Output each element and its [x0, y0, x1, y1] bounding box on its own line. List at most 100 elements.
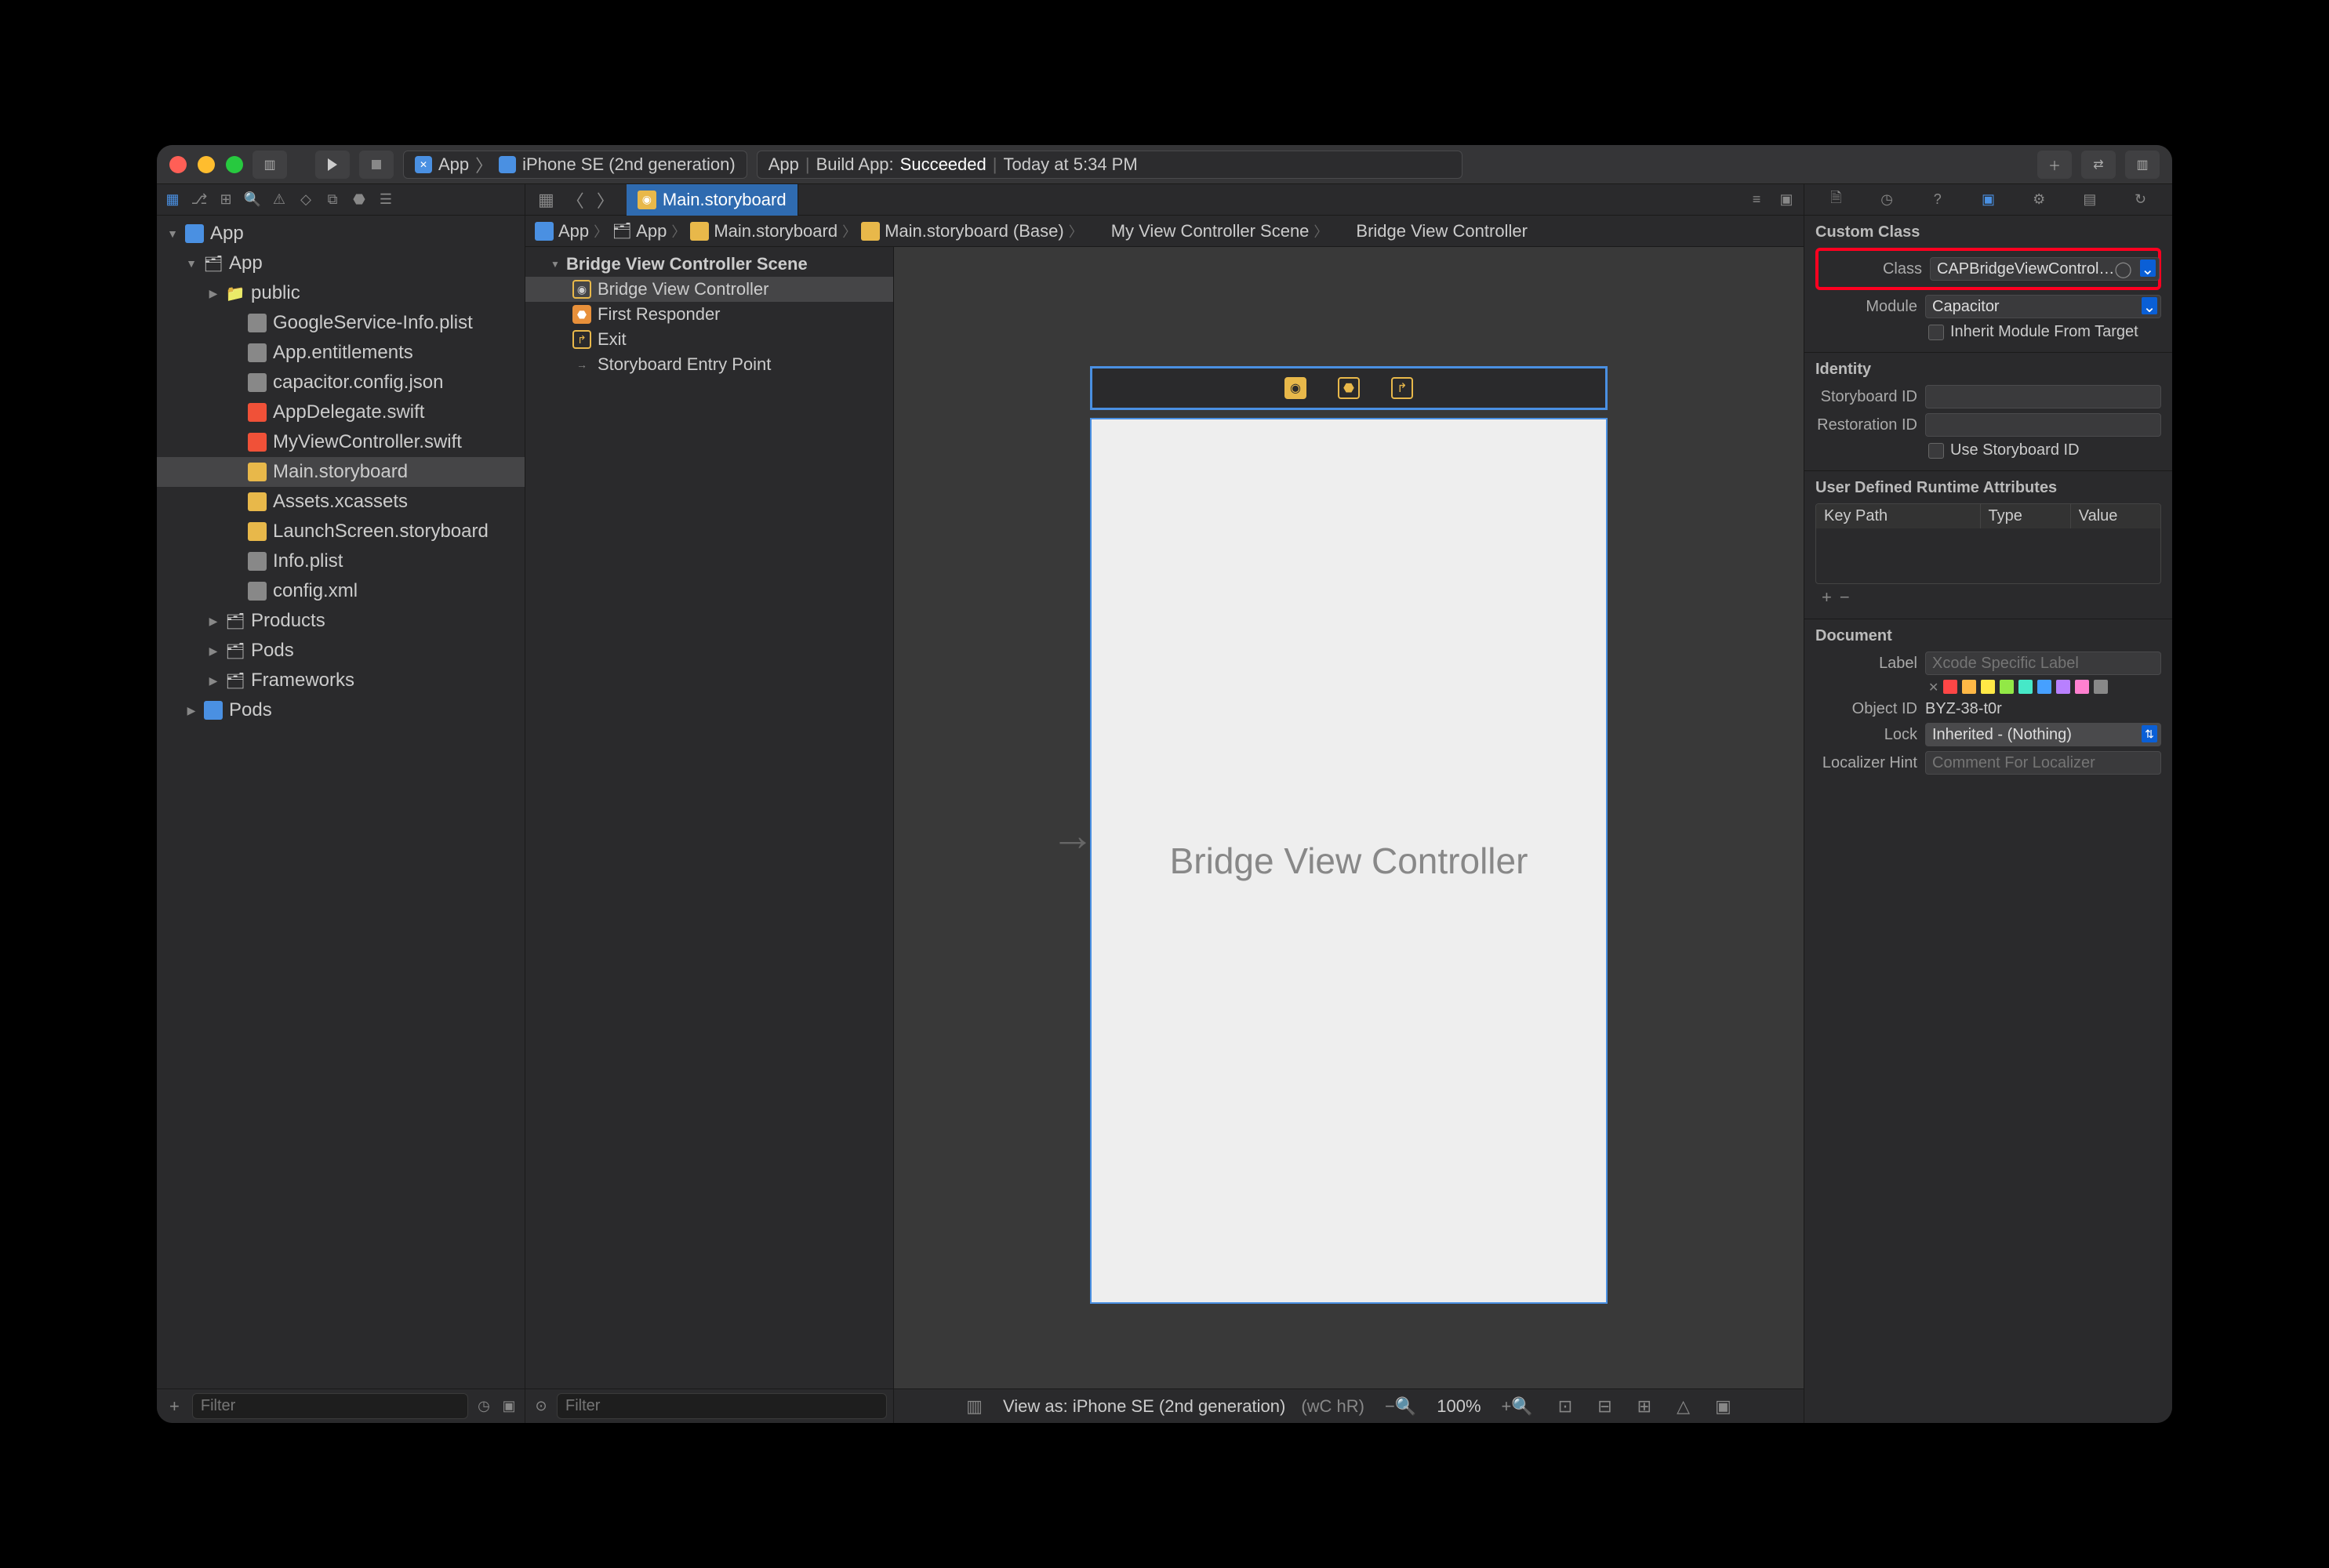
view-controller-frame[interactable]: ◉ ⬣ ↱ Bridge View Controller	[1090, 366, 1608, 1304]
breadcrumb-item[interactable]: App	[558, 221, 589, 241]
code-review-button[interactable]: ⇄	[2081, 151, 2116, 179]
nav-item-app[interactable]: ▼ App	[157, 249, 525, 278]
disclosure-icon[interactable]: ▶	[185, 704, 198, 717]
nav-item-appdelegate-swift[interactable]: AppDelegate.swift	[157, 397, 525, 427]
nav-forward-button[interactable]: 〉	[592, 184, 619, 216]
disclosure-icon[interactable]: ▶	[207, 615, 220, 628]
run-button[interactable]	[315, 151, 350, 179]
help-inspector-icon[interactable]: ?	[1928, 191, 1947, 209]
recent-icon[interactable]: ◷	[474, 1397, 493, 1416]
nav-item-public[interactable]: ▶ public	[157, 278, 525, 308]
active-tab[interactable]: ◉ Main.storyboard	[627, 184, 798, 216]
editor-outline-icon[interactable]: ≡	[1747, 191, 1766, 209]
scheme-selector[interactable]: ✕ App 〉 iPhone SE (2nd generation)	[403, 151, 747, 179]
project-navigator-icon[interactable]: ▦	[163, 191, 182, 209]
connections-inspector-icon[interactable]: ↻	[2131, 191, 2150, 209]
maximize-button[interactable]	[226, 156, 243, 173]
localizer-hint-input[interactable]	[1925, 751, 2161, 775]
label-input[interactable]	[1925, 652, 2161, 675]
nav-item-assets-xcassets[interactable]: Assets.xcassets	[157, 487, 525, 517]
color-swatch[interactable]	[2037, 680, 2051, 694]
breadcrumb-item[interactable]: Main.storyboard (Base)	[885, 221, 1064, 241]
lock-combo[interactable]: Inherited - (Nothing)	[1925, 723, 2161, 746]
use-storyboard-id-checkbox[interactable]	[1928, 443, 1944, 459]
view-controller-icon[interactable]: ◉	[1284, 377, 1306, 399]
breadcrumb-item[interactable]: My View Controller Scene	[1111, 221, 1310, 241]
related-items-button[interactable]: ▦	[533, 187, 559, 213]
disclosure-icon[interactable]: ▼	[185, 257, 198, 270]
clear-swatch[interactable]: ✕	[1928, 680, 1938, 695]
issue-navigator-icon[interactable]: ⚠	[270, 191, 289, 209]
size-inspector-icon[interactable]: ▤	[2080, 191, 2099, 209]
class-combo[interactable]: CAPBridgeViewControl… ◯	[1930, 257, 2160, 281]
nav-item-app[interactable]: ▼ App	[157, 219, 525, 249]
breadcrumb-item[interactable]: Main.storyboard	[714, 221, 837, 241]
stop-button[interactable]	[359, 151, 394, 179]
toggle-navigator-button[interactable]: ▥	[253, 151, 287, 179]
color-swatch[interactable]	[2094, 680, 2108, 694]
file-inspector-icon[interactable]: 🗎	[1826, 191, 1845, 209]
outline-item-bridge-view-controller[interactable]: ◉ Bridge View Controller	[525, 277, 893, 302]
inherit-module-checkbox[interactable]	[1928, 325, 1944, 340]
disclosure-icon[interactable]: ▼	[166, 227, 179, 240]
color-swatch[interactable]	[1962, 680, 1976, 694]
nav-item-info-plist[interactable]: Info.plist	[157, 546, 525, 576]
color-swatch[interactable]	[1943, 680, 1957, 694]
nav-item-frameworks[interactable]: ▶ Frameworks	[157, 666, 525, 695]
source-control-icon[interactable]: ⎇	[190, 191, 209, 209]
nav-item-launchscreen-storyboard[interactable]: LaunchScreen.storyboard	[157, 517, 525, 546]
find-navigator-icon[interactable]: 🔍	[243, 191, 262, 209]
embed-icon[interactable]: ▣	[1710, 1396, 1736, 1417]
constraints-icon-1[interactable]: ⊡	[1553, 1396, 1577, 1417]
test-navigator-icon[interactable]: ◇	[296, 191, 315, 209]
history-inspector-icon[interactable]: ◷	[1877, 191, 1896, 209]
scene-header[interactable]: ▼ Bridge View Controller Scene	[525, 252, 893, 277]
udra-add-button[interactable]: +	[1822, 587, 1832, 608]
first-responder-icon[interactable]: ⬣	[1338, 377, 1360, 399]
breadcrumb-item[interactable]: Bridge View Controller	[1356, 221, 1527, 241]
nav-back-button[interactable]: 〈	[562, 184, 589, 216]
identity-inspector-icon[interactable]: ▣	[1978, 191, 1997, 209]
col-type[interactable]: Type	[1981, 504, 2071, 528]
pin-icon[interactable]: ⊞	[1633, 1396, 1656, 1417]
toggle-inspector-button[interactable]: ▥	[2125, 151, 2160, 179]
color-swatch[interactable]	[2075, 680, 2089, 694]
breadcrumb-item[interactable]: App	[636, 221, 667, 241]
nav-item-config-xml[interactable]: config.xml	[157, 576, 525, 606]
adjust-editor-icon[interactable]: ▣	[1777, 191, 1796, 209]
exit-icon[interactable]: ↱	[1391, 377, 1413, 399]
filter-icon[interactable]: ⊙	[532, 1397, 550, 1416]
storyboard-canvas[interactable]: → ◉ ⬣ ↱ Bridge View Controller ▥ Vi	[894, 247, 1804, 1423]
nav-item-products[interactable]: ▶ Products	[157, 606, 525, 636]
storyboard-id-input[interactable]	[1925, 385, 2161, 408]
color-swatch[interactable]	[2018, 680, 2033, 694]
udra-remove-button[interactable]: −	[1840, 587, 1850, 608]
color-swatch[interactable]	[1981, 680, 1995, 694]
nav-item-pods[interactable]: ▶ Pods	[157, 636, 525, 666]
module-combo[interactable]: Capacitor	[1925, 295, 2161, 318]
disclosure-icon[interactable]: ▶	[207, 287, 220, 300]
outline-item-storyboard-entry-point[interactable]: → Storyboard Entry Point	[525, 352, 893, 377]
filter-input[interactable]	[192, 1393, 468, 1419]
outline-item-first-responder[interactable]: ⬣ First Responder	[525, 302, 893, 327]
col-keypath[interactable]: Key Path	[1816, 504, 1981, 528]
resolve-icon[interactable]: △	[1672, 1396, 1695, 1417]
debug-navigator-icon[interactable]: ⧉	[323, 191, 342, 209]
breakpoint-navigator-icon[interactable]: ⬣	[350, 191, 369, 209]
add-button[interactable]: +	[163, 1396, 186, 1417]
jump-bar[interactable]: App〉App〉Main.storyboard〉Main.storyboard …	[525, 216, 1804, 247]
color-swatch[interactable]	[2056, 680, 2070, 694]
report-navigator-icon[interactable]: ☰	[376, 191, 395, 209]
outline-filter-input[interactable]	[557, 1393, 887, 1419]
outline-item-exit[interactable]: ↱ Exit	[525, 327, 893, 352]
align-icon[interactable]: ⊟	[1593, 1396, 1616, 1417]
zoom-out-icon[interactable]: −🔍	[1380, 1396, 1421, 1417]
toggle-outline-icon[interactable]: ▥	[961, 1396, 987, 1417]
view-controller-view[interactable]: Bridge View Controller	[1090, 418, 1608, 1304]
nav-item-main-storyboard[interactable]: Main.storyboard	[157, 457, 525, 487]
restoration-id-input[interactable]	[1925, 413, 2161, 437]
udra-body[interactable]	[1816, 528, 2160, 583]
nav-item-myviewcontroller-swift[interactable]: MyViewController.swift	[157, 427, 525, 457]
minimize-button[interactable]	[198, 156, 215, 173]
nav-item-pods[interactable]: ▶ Pods	[157, 695, 525, 725]
